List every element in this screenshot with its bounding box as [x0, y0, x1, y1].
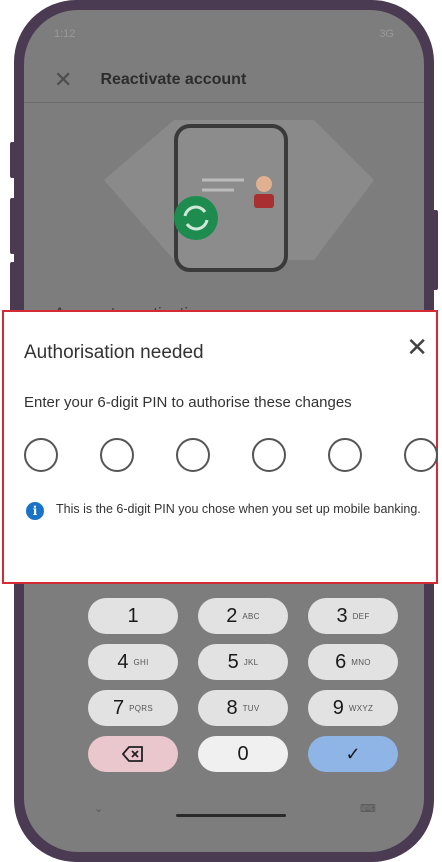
- dialog-title: Authorisation needed: [24, 342, 204, 363]
- pin-digit-circle[interactable]: [100, 438, 134, 472]
- key-digit: 0: [237, 742, 249, 765]
- key-digit: 9: [332, 696, 344, 719]
- check-icon: ✓: [345, 743, 361, 764]
- key-digit: 2: [226, 604, 238, 627]
- keypad-key[interactable]: 9 WXYZ: [308, 690, 398, 726]
- chevron-down-icon[interactable]: ⌄: [94, 802, 103, 815]
- key-letters: WXYZ: [348, 703, 374, 713]
- pin-digit-circle[interactable]: [24, 438, 58, 472]
- backspace-icon: [122, 746, 143, 762]
- keypad-key[interactable]: 5 JKL: [198, 644, 288, 680]
- status-time: 1:12: [54, 28, 76, 40]
- close-icon[interactable]: ✕: [54, 67, 72, 93]
- keyboard-bottom-bar: ⌄ ⌨: [24, 802, 424, 826]
- key-digit: 7: [113, 696, 125, 719]
- key-digit: 5: [227, 650, 239, 673]
- key-digit: 3: [336, 604, 348, 627]
- account-reactivation-illustration: [104, 120, 374, 272]
- key-digit: 1: [127, 604, 139, 627]
- key-letters: DEF: [352, 611, 370, 621]
- close-icon[interactable]: ✕: [406, 334, 428, 360]
- dialog-subtitle: Enter your 6-digit PIN to authorise thes…: [24, 394, 352, 411]
- pin-digit-circle[interactable]: [328, 438, 362, 472]
- status-network: 3G: [379, 28, 394, 40]
- keypad-key[interactable]: 1: [88, 598, 178, 634]
- key-letters: PQRS: [129, 703, 153, 713]
- phone-side-button: [10, 198, 16, 254]
- status-bar: 1:12 3G: [54, 24, 394, 44]
- pin-entry[interactable]: [24, 438, 442, 472]
- keypad-key[interactable]: 8 TUV: [198, 690, 288, 726]
- illustration-person-body: [254, 194, 274, 208]
- keypad-key[interactable]: 2 ABC: [198, 598, 288, 634]
- keypad-key[interactable]: 6 MNO: [308, 644, 398, 680]
- app-top-bar: ✕ Reactivate account: [24, 58, 424, 103]
- key-letters: GHI: [133, 657, 149, 667]
- key-digit: 8: [226, 696, 238, 719]
- keypad-key[interactable]: 4 GHI: [88, 644, 178, 680]
- pin-digit-circle[interactable]: [404, 438, 438, 472]
- sync-icon: [174, 196, 218, 240]
- pin-digit-circle[interactable]: [252, 438, 286, 472]
- keypad-key[interactable]: 3 DEF: [308, 598, 398, 634]
- phone-side-button: [10, 142, 16, 178]
- confirm-button[interactable]: ✓: [308, 736, 398, 772]
- key-letters: ABC: [242, 611, 260, 621]
- keyboard-switch-icon[interactable]: ⌨: [360, 802, 376, 815]
- home-indicator[interactable]: [176, 814, 286, 817]
- info-icon: i: [26, 502, 44, 520]
- key-letters: TUV: [242, 703, 260, 713]
- backspace-button[interactable]: [88, 736, 178, 772]
- page-title: Reactivate account: [100, 71, 247, 88]
- pin-digit-circle[interactable]: [176, 438, 210, 472]
- key-letters: JKL: [243, 657, 259, 667]
- key-digit: 4: [117, 650, 129, 673]
- key-digit: 6: [335, 650, 347, 673]
- keypad-key-zero[interactable]: 0: [198, 736, 288, 772]
- key-letters: MNO: [351, 657, 371, 667]
- keypad-key[interactable]: 7 PQRS: [88, 690, 178, 726]
- phone-side-button: [432, 210, 438, 290]
- pin-info-text: This is the 6-digit PIN you chose when y…: [56, 502, 421, 516]
- illustration-person-head: [256, 176, 272, 192]
- authorisation-dialog: Authorisation needed ✕ Enter your 6-digi…: [2, 310, 438, 584]
